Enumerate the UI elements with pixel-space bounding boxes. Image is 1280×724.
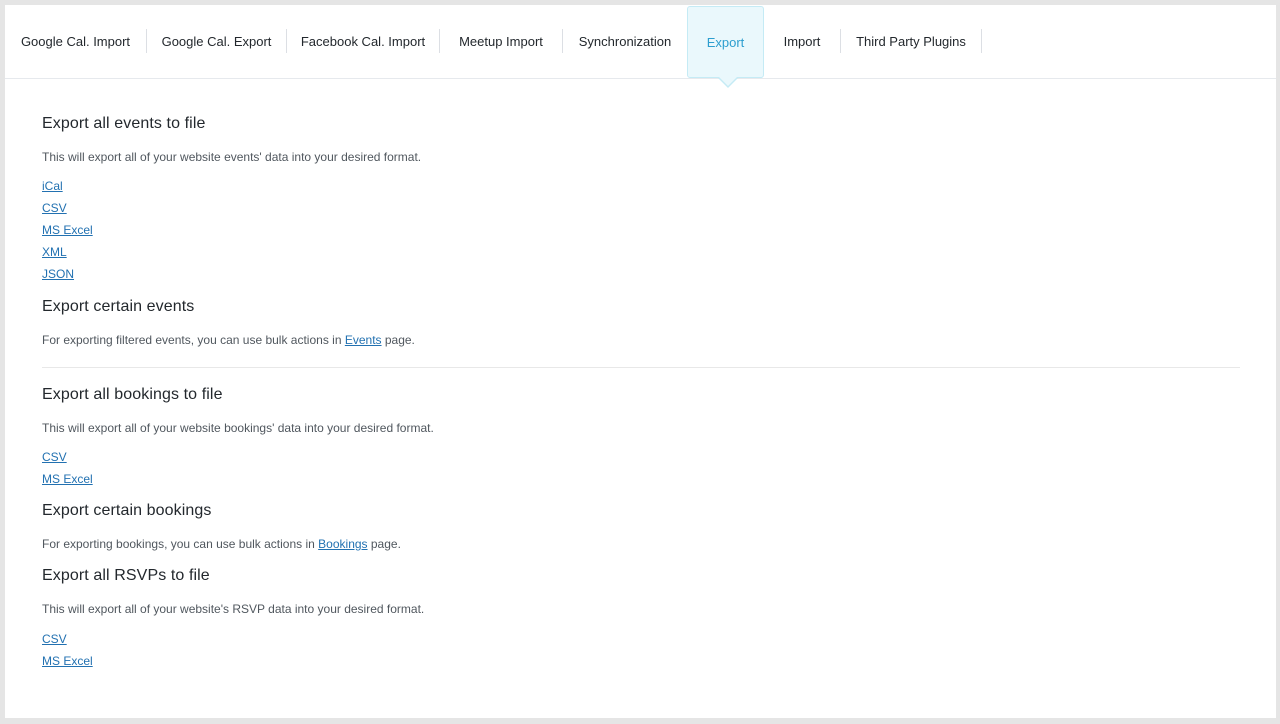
tab-separator	[981, 29, 982, 53]
bookings-export-description: This will export all of your website boo…	[42, 421, 434, 435]
export-events-xml-link[interactable]: XML	[42, 245, 67, 259]
certain-events-text-after: page.	[381, 333, 415, 347]
certain-bookings-text-after: page.	[367, 537, 401, 551]
active-tab-pointer	[718, 77, 738, 88]
tab-import[interactable]: Import	[764, 5, 840, 78]
section-divider	[42, 367, 1240, 368]
events-export-description: This will export all of your website eve…	[42, 150, 422, 164]
export-events-json-link[interactable]: JSON	[42, 267, 74, 281]
tab-google-cal-import[interactable]: Google Cal. Import	[5, 5, 146, 78]
tab-facebook-cal-import[interactable]: Facebook Cal. Import	[287, 5, 439, 78]
rsvps-export-title: Export all RSVPs to file	[42, 567, 210, 584]
certain-bookings-text: For exporting bookings, you can use bulk…	[42, 537, 401, 551]
export-rsvps-excel-link[interactable]: MS Excel	[42, 654, 93, 668]
export-rsvps-csv-link[interactable]: CSV	[42, 632, 67, 646]
certain-bookings-text-before: For exporting bookings, you can use bulk…	[42, 537, 319, 551]
export-bookings-csv-link[interactable]: CSV	[42, 450, 67, 464]
export-events-ical-link[interactable]: iCal	[42, 179, 63, 193]
export-events-csv-link[interactable]: CSV	[42, 201, 67, 215]
certain-bookings-title: Export certain bookings	[42, 502, 212, 519]
events-export-title: Export all events to file	[42, 115, 206, 132]
certain-events-text-before: For exporting filtered events, you can u…	[42, 333, 345, 347]
events-page-link[interactable]: Events	[345, 333, 382, 347]
settings-panel: Google Cal. Import Google Cal. Export Fa…	[5, 5, 1276, 718]
certain-events-text: For exporting filtered events, you can u…	[42, 333, 415, 347]
tab-export[interactable]: Export	[687, 6, 764, 78]
tab-synchronization[interactable]: Synchronization	[563, 5, 687, 78]
tab-google-cal-export[interactable]: Google Cal. Export	[147, 5, 286, 78]
tab-meetup-import[interactable]: Meetup Import	[440, 5, 562, 78]
export-events-excel-link[interactable]: MS Excel	[42, 223, 93, 237]
bookings-page-link[interactable]: Bookings	[318, 537, 367, 551]
certain-events-title: Export certain events	[42, 298, 195, 315]
tab-third-party-plugins[interactable]: Third Party Plugins	[841, 5, 981, 78]
bookings-export-title: Export all bookings to file	[42, 386, 223, 403]
tab-bar: Google Cal. Import Google Cal. Export Fa…	[5, 5, 1276, 79]
rsvps-export-description: This will export all of your website's R…	[42, 602, 425, 616]
export-bookings-excel-link[interactable]: MS Excel	[42, 472, 93, 486]
